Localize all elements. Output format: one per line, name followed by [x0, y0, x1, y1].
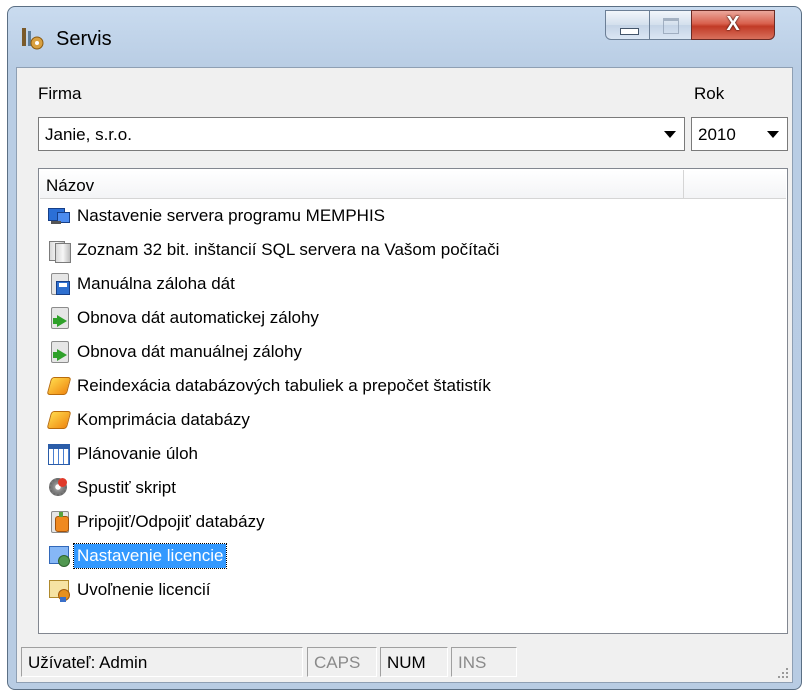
firma-select-value: Janie, s.r.o. — [45, 125, 132, 144]
title-bar[interactable]: Servis X — [8, 7, 801, 67]
list-item[interactable]: Obnova dát automatickej zálohy — [47, 303, 322, 333]
resize-grip-icon[interactable] — [775, 666, 789, 680]
list-item-selected[interactable]: Nastavenie licencie — [47, 541, 228, 571]
attach-db-icon — [47, 510, 71, 534]
restore-manual-icon — [47, 340, 71, 364]
status-user-panel: Užívateľ: Admin — [21, 647, 303, 677]
status-caps-panel: CAPS — [307, 647, 377, 677]
rok-select-value: 2010 — [698, 125, 736, 144]
list-item[interactable]: Manuálna záloha dát — [47, 269, 238, 299]
status-num-text: NUM — [387, 653, 426, 672]
minimize-icon — [620, 28, 639, 35]
list-item[interactable]: Zoznam 32 bit. inštancií SQL servera na … — [47, 235, 502, 265]
status-caps-text: CAPS — [314, 653, 361, 672]
status-ins-text: INS — [458, 653, 487, 672]
chevron-down-icon — [664, 131, 676, 138]
list-item-label: Nastavenie servera programu MEMPHIS — [77, 206, 386, 225]
list-item[interactable]: Spustiť skript — [47, 473, 179, 503]
manual-backup-icon — [47, 272, 71, 296]
list-item-label: Uvoľnenie licencií — [77, 580, 211, 599]
list-item-label: Komprimácia databázy — [77, 410, 250, 429]
servis-window: Servis X Firma Rok Janie, s.r.o. 2010 Ná… — [7, 6, 802, 690]
status-ins-panel: INS — [451, 647, 517, 677]
list-item[interactable]: Reindexácia databázových tabuliek a prep… — [46, 371, 494, 401]
window-client-area: Firma Rok Janie, s.r.o. 2010 Názov Nasta… — [16, 67, 793, 683]
reindex-icon — [46, 374, 72, 398]
list-item[interactable]: Plánovanie úloh — [47, 439, 201, 469]
list-item-label: Plánovanie úloh — [77, 444, 198, 463]
list-item-label: Pripojiť/Odpojiť databázy — [77, 512, 265, 531]
close-button[interactable]: X — [691, 10, 775, 40]
list-item[interactable]: Komprimácia databázy — [46, 405, 253, 435]
chevron-down-icon — [767, 131, 779, 138]
list-header: Názov — [40, 170, 786, 199]
list-item[interactable]: Nastavenie servera programu MEMPHIS — [47, 201, 388, 231]
server-settings-icon — [47, 204, 71, 228]
maximize-icon — [663, 18, 679, 34]
list-item-label: Obnova dát manuálnej zálohy — [77, 342, 302, 361]
rok-label: Rok — [694, 84, 725, 103]
service-list[interactable]: Názov Nastavenie servera programu MEMPHI… — [38, 168, 788, 634]
firma-label: Firma — [38, 84, 82, 103]
list-item-label: Nastavenie licencie — [72, 543, 228, 569]
minimize-button[interactable] — [605, 10, 650, 40]
list-item[interactable]: Uvoľnenie licencií — [47, 575, 213, 605]
status-num-panel: NUM — [380, 647, 448, 677]
maximize-button[interactable] — [649, 10, 692, 40]
column-header-empty[interactable] — [684, 170, 786, 198]
license-settings-icon — [47, 544, 71, 568]
list-item[interactable]: Pripojiť/Odpojiť databázy — [47, 507, 268, 537]
rok-select[interactable]: 2010 — [691, 117, 788, 151]
script-gear-icon — [47, 476, 71, 500]
license-release-icon — [47, 578, 71, 602]
restore-auto-icon — [47, 306, 71, 330]
close-icon: X — [726, 13, 740, 35]
compress-icon — [46, 408, 72, 432]
status-bar: Užívateľ: Admin CAPS NUM INS — [17, 645, 792, 683]
sql-server-icon — [47, 238, 71, 263]
window-title: Servis — [56, 28, 112, 50]
app-tools-icon — [19, 25, 45, 51]
column-header-label: Názov — [46, 176, 95, 195]
list-item-label: Manuálna záloha dát — [77, 274, 235, 293]
list-item-label: Zoznam 32 bit. inštancií SQL servera na … — [77, 240, 500, 259]
firma-select[interactable]: Janie, s.r.o. — [38, 117, 685, 151]
column-header-nazov[interactable]: Názov — [40, 170, 684, 198]
list-item-label: Obnova dát automatickej zálohy — [77, 308, 319, 327]
calendar-icon — [47, 442, 71, 466]
list-item-label: Spustiť skript — [77, 478, 176, 497]
list-item-label: Reindexácia databázových tabuliek a prep… — [77, 376, 491, 395]
list-item[interactable]: Obnova dát manuálnej zálohy — [47, 337, 305, 367]
status-user-text: Užívateľ: Admin — [28, 653, 148, 672]
